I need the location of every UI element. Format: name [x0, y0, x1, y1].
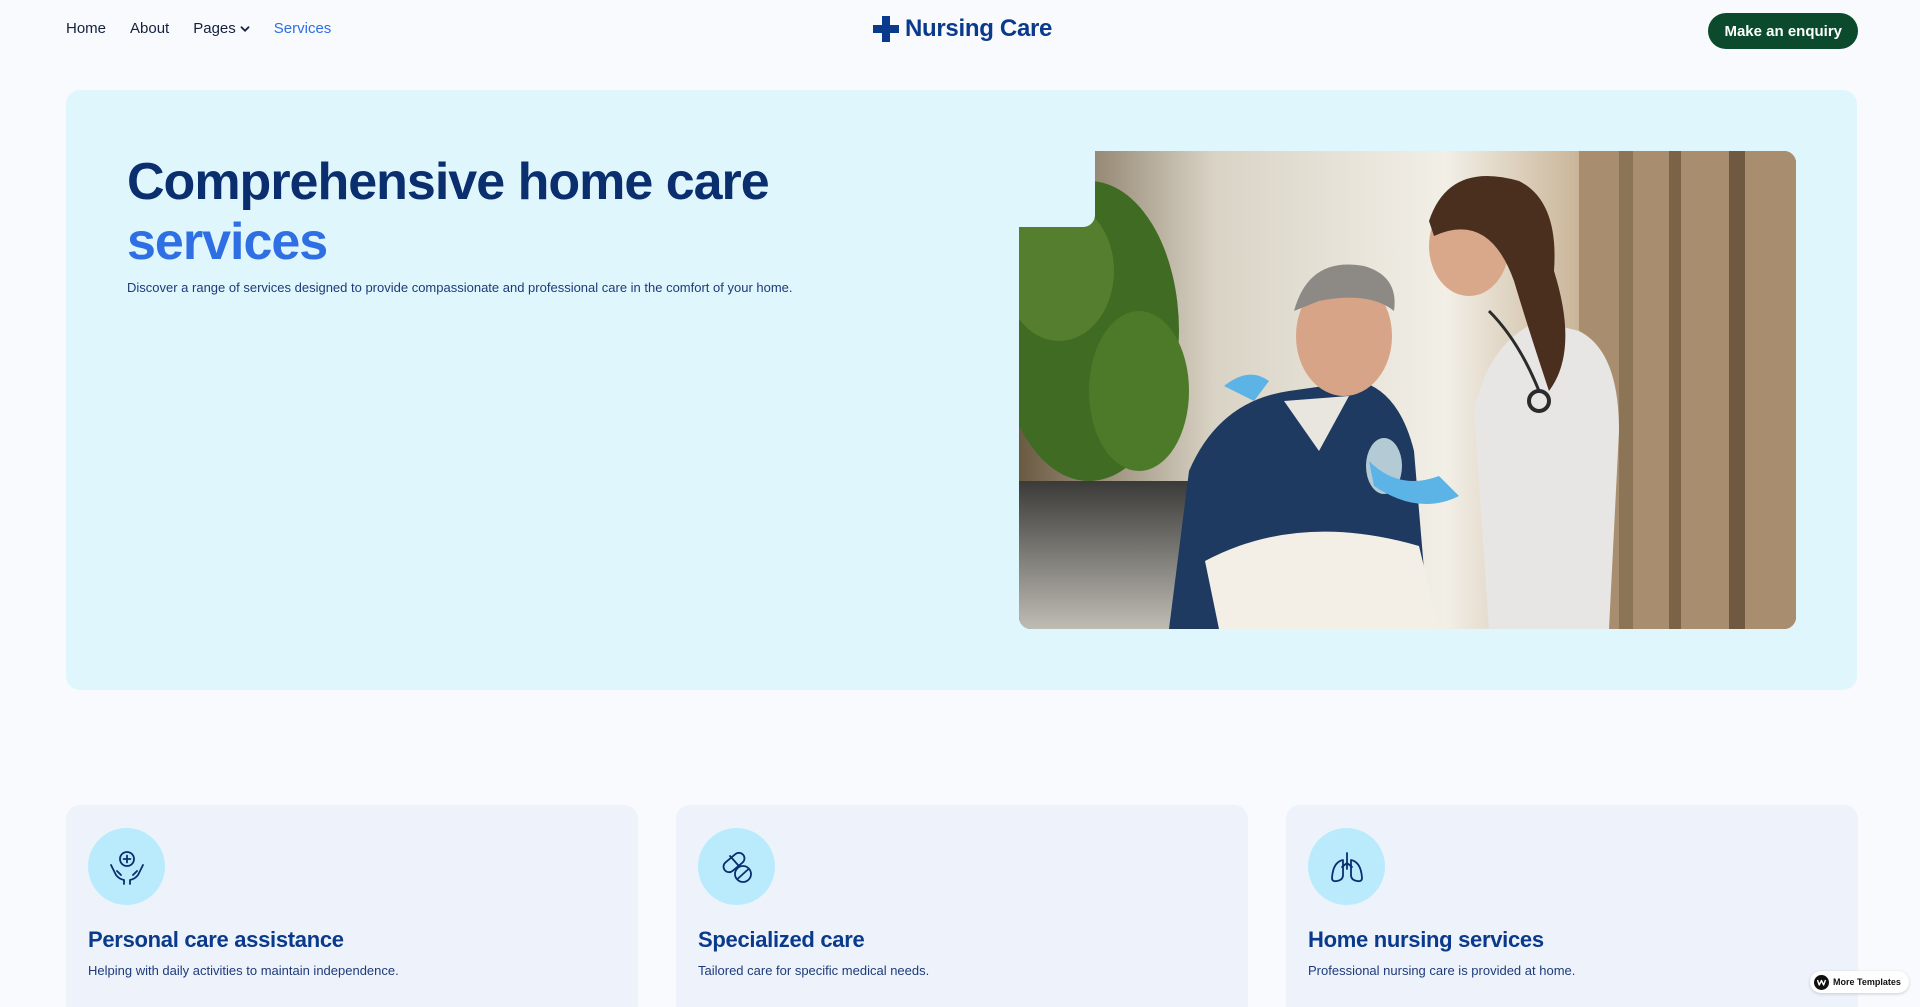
webflow-logo-icon	[1814, 974, 1829, 990]
more-templates-badge[interactable]: More Templates	[1810, 971, 1909, 993]
nav-link-about[interactable]: About	[130, 20, 169, 37]
brand-logo[interactable]: Nursing Care	[871, 14, 1052, 44]
nav-link-pages[interactable]: Pages	[193, 20, 250, 37]
nav-link-pages-label: Pages	[193, 20, 236, 37]
photo-corner-notch	[1019, 151, 1095, 227]
hero-title: Comprehensive home care services	[127, 152, 770, 272]
nav-links: Home About Pages Services	[66, 20, 331, 37]
top-navigation: Home About Pages Services Nursing Care M…	[0, 0, 1920, 60]
pills-icon	[698, 828, 775, 905]
card-description: Helping with daily activities to maintai…	[88, 963, 399, 978]
hero-title-accent: services	[127, 213, 328, 271]
nav-link-home[interactable]: Home	[66, 20, 106, 37]
card-title: Specialized care	[698, 927, 865, 952]
service-card-personal-care[interactable]: Personal care assistance Helping with da…	[66, 805, 638, 1007]
hero-title-line1: Comprehensive home care	[127, 153, 770, 211]
hero-photo-nurse-with-patient	[1019, 151, 1796, 629]
chevron-down-icon	[240, 25, 250, 32]
medical-cross-icon	[873, 16, 899, 42]
hero-subtitle: Discover a range of services designed to…	[127, 280, 793, 295]
brand-name: Nursing Care	[905, 15, 1053, 42]
lungs-icon	[1308, 828, 1385, 905]
more-templates-label: More Templates	[1833, 977, 1901, 987]
card-title: Home nursing services	[1308, 927, 1544, 952]
hands-care-icon	[88, 828, 165, 905]
make-enquiry-button[interactable]: Make an enquiry	[1708, 13, 1858, 49]
card-title: Personal care assistance	[88, 927, 344, 952]
service-card-home-nursing[interactable]: Home nursing services Professional nursi…	[1286, 805, 1858, 1007]
card-description: Tailored care for specific medical needs…	[698, 963, 930, 978]
card-description: Professional nursing care is provided at…	[1308, 963, 1576, 978]
nav-link-services[interactable]: Services	[274, 20, 332, 37]
hero-section: Comprehensive home care services Discove…	[66, 90, 1857, 690]
service-card-specialized-care[interactable]: Specialized care Tailored care for speci…	[676, 805, 1248, 1007]
